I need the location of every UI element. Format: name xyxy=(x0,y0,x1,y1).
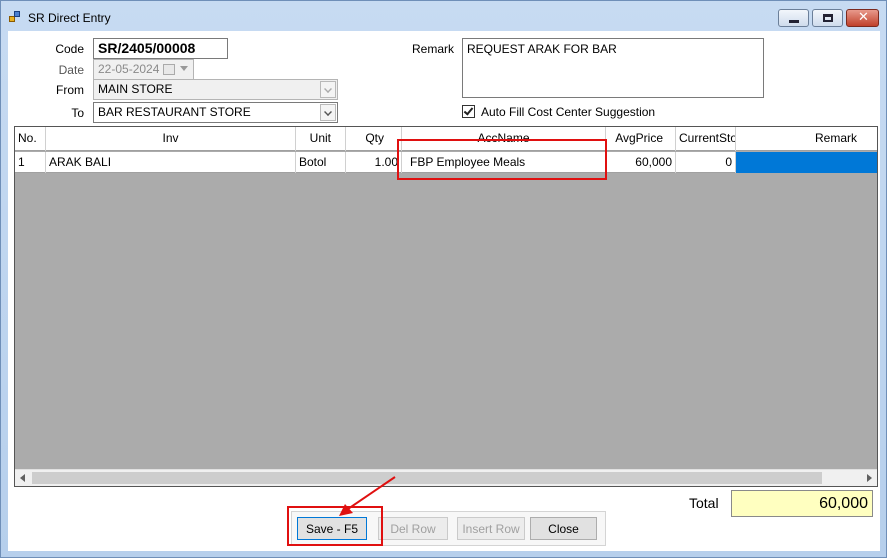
col-header-inv[interactable]: Inv xyxy=(46,127,296,151)
col-header-accname[interactable]: AccName xyxy=(402,127,606,151)
dropdown-arrow-icon xyxy=(180,66,188,71)
scrollbar-thumb[interactable] xyxy=(32,472,822,484)
remark-label: Remark xyxy=(411,42,454,56)
maximize-icon xyxy=(823,14,833,22)
from-value: MAIN STORE xyxy=(98,82,173,96)
to-select[interactable]: BAR RESTAURANT STORE xyxy=(93,102,338,123)
date-value: 22-05-2024 xyxy=(98,62,160,76)
from-label: From xyxy=(56,83,84,97)
date-picker[interactable]: 22-05-2024 xyxy=(93,59,194,80)
cell-currentstock[interactable]: 0 xyxy=(676,152,736,173)
remark-textarea[interactable]: REQUEST ARAK FOR BAR xyxy=(462,38,764,98)
cell-accname[interactable]: FBP Employee Meals xyxy=(402,152,606,173)
scroll-left-icon[interactable] xyxy=(20,474,25,482)
col-header-unit[interactable]: Unit xyxy=(296,127,346,151)
items-grid[interactable]: No. Inv Unit Qty AccName AvgPrice Curren… xyxy=(14,126,878,487)
form-body: Code SR/2405/00008 Date 22-05-2024 From … xyxy=(8,31,880,551)
code-field[interactable]: SR/2405/00008 xyxy=(93,38,228,59)
minimize-icon xyxy=(789,20,799,23)
to-value: BAR RESTAURANT STORE xyxy=(98,105,251,119)
insert-row-button[interactable]: Insert Row xyxy=(457,517,525,540)
close-button[interactable]: Close xyxy=(530,517,597,540)
col-header-remark[interactable]: Remark xyxy=(736,127,877,151)
cell-unit[interactable]: Botol xyxy=(296,152,346,173)
minimize-button[interactable] xyxy=(778,9,809,27)
cell-qty[interactable]: 1.00 xyxy=(346,152,402,173)
annotation-arrow-icon xyxy=(339,476,396,516)
maximize-button[interactable] xyxy=(812,9,843,27)
cell-inv[interactable]: ARAK BALI xyxy=(46,152,296,173)
app-icon xyxy=(9,11,21,23)
title-bar[interactable]: SR Direct Entry ✕ xyxy=(1,1,886,31)
date-label: Date xyxy=(58,63,84,77)
total-value: 60,000 xyxy=(731,490,873,517)
total-label: Total xyxy=(689,495,719,511)
cell-no[interactable]: 1 xyxy=(15,152,46,173)
grid-header: No. Inv Unit Qty AccName AvgPrice Curren… xyxy=(15,127,877,151)
table-row[interactable]: 1 ARAK BALI Botol 1.00 FBP Employee Meal… xyxy=(15,152,877,173)
window-title: SR Direct Entry xyxy=(28,11,111,25)
chevron-down-icon[interactable] xyxy=(320,81,336,98)
cell-avgprice[interactable]: 60,000 xyxy=(606,152,676,173)
col-header-qty[interactable]: Qty xyxy=(346,127,402,151)
calendar-icon xyxy=(163,64,175,75)
checkmark-icon xyxy=(463,105,474,116)
col-header-avgprice[interactable]: AvgPrice xyxy=(606,127,676,151)
window: SR Direct Entry ✕ Code SR/2405/00008 Dat… xyxy=(0,0,887,558)
from-select[interactable]: MAIN STORE xyxy=(93,79,338,100)
autofill-label[interactable]: Auto Fill Cost Center Suggestion xyxy=(481,105,655,119)
close-icon: ✕ xyxy=(858,10,869,25)
chevron-down-icon[interactable] xyxy=(320,104,336,121)
col-header-no[interactable]: No. xyxy=(15,127,46,151)
col-header-currentstock[interactable]: CurrentStock xyxy=(676,127,736,151)
horizontal-scrollbar[interactable] xyxy=(15,469,877,486)
autofill-checkbox[interactable] xyxy=(462,105,475,118)
to-label: To xyxy=(71,106,84,120)
scroll-right-icon[interactable] xyxy=(867,474,872,482)
code-label: Code xyxy=(55,42,84,56)
cell-remark[interactable] xyxy=(736,152,877,173)
close-window-button[interactable]: ✕ xyxy=(846,9,879,27)
